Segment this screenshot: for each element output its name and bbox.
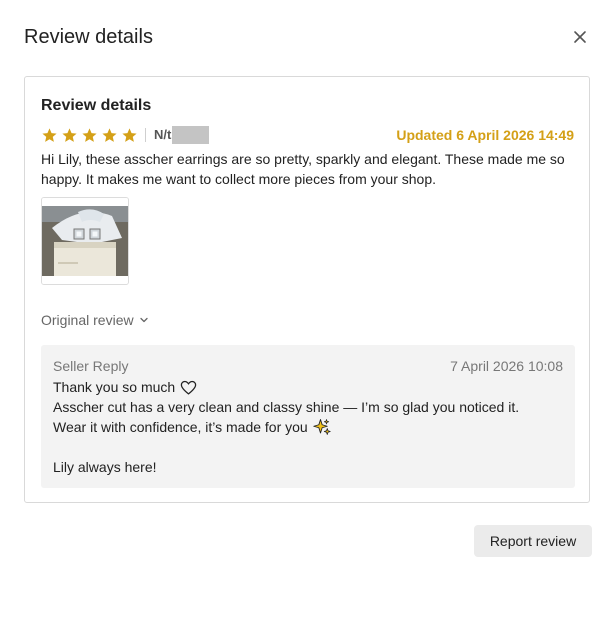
reply-line: Lily always here! (53, 459, 157, 475)
close-icon (574, 31, 586, 43)
original-review-label: Original review (41, 312, 134, 328)
star-icon (82, 128, 97, 142)
star-icon (42, 128, 57, 142)
sparkles-icon (313, 419, 331, 435)
review-photo-thumbnail[interactable] (41, 197, 129, 285)
seller-reply-timestamp: 7 April 2026 10:08 (450, 358, 563, 374)
close-button[interactable] (572, 29, 588, 45)
reply-line: Thank you so much (53, 377, 563, 397)
heart-outline-icon (180, 380, 197, 395)
rating-stars (41, 127, 138, 144)
report-review-button[interactable]: Report review (474, 525, 592, 557)
earrings-photo (42, 198, 128, 284)
reply-line: Wear it with confidence, it’s made for y… (53, 417, 563, 437)
seller-reply-box: Seller Reply 7 April 2026 10:08 Thank yo… (41, 345, 575, 488)
star-icon (62, 128, 77, 142)
star-icon (102, 128, 117, 142)
updated-timestamp: Updated 6 April 2026 14:49 (396, 127, 574, 143)
reply-line-text: Thank you so much (53, 379, 176, 395)
seller-reply-label: Seller Reply (53, 358, 129, 374)
reviewer-name: N/t (154, 127, 172, 142)
original-review-toggle[interactable]: Original review (41, 312, 149, 328)
review-card: Review details N/t Updated 6 April 2026 … (24, 76, 590, 503)
seller-reply-text: Thank you so much Asscher cut has a very… (53, 377, 563, 477)
card-title: Review details (41, 97, 152, 114)
rating-divider (145, 128, 146, 142)
chevron-down-icon (139, 317, 148, 323)
modal-title: Review details (24, 26, 153, 48)
reply-line-text: Wear it with confidence, it’s made for y… (53, 419, 308, 435)
reviewer-name-redaction (172, 126, 209, 144)
review-text: Hi Lily, these asscher earrings are so p… (41, 151, 565, 187)
reply-line-blank (53, 437, 563, 457)
reply-line: Asscher cut has a very clean and classy … (53, 399, 520, 415)
star-icon (122, 128, 137, 142)
